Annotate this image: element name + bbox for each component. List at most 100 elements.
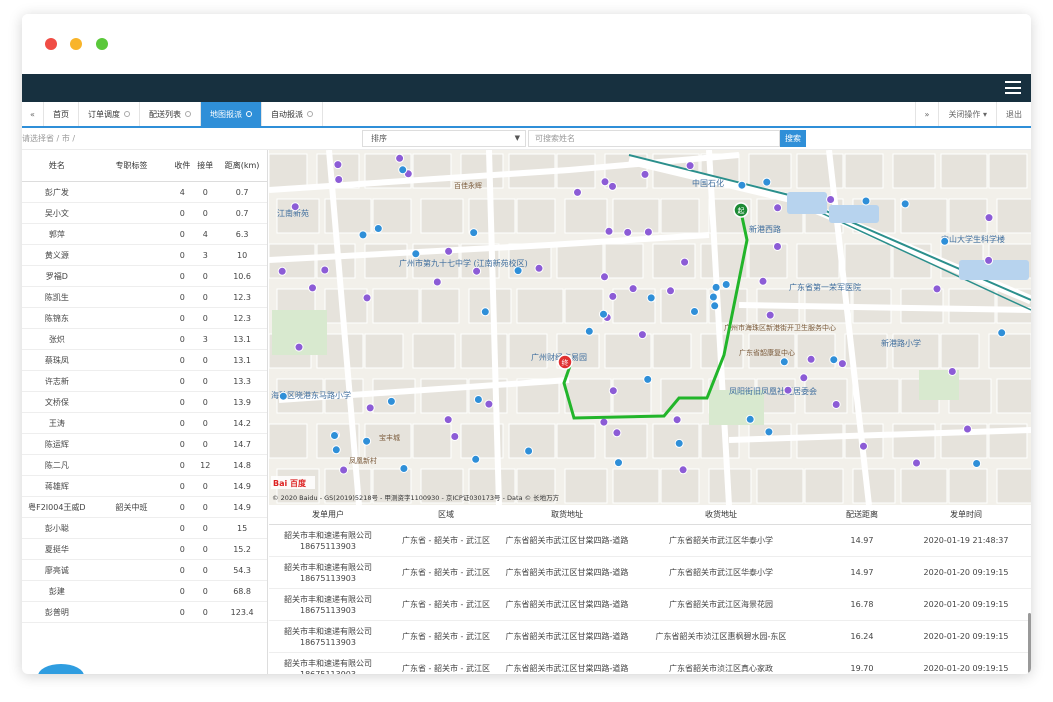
poi-marker-icon[interactable]	[614, 458, 623, 468]
poi-marker-icon[interactable]	[940, 236, 950, 246]
poi-marker-icon[interactable]	[612, 428, 622, 438]
poi-marker-icon[interactable]	[799, 373, 809, 383]
poi-marker-icon[interactable]	[779, 357, 789, 367]
poi-marker-icon[interactable]	[330, 431, 339, 440]
poi-marker-icon[interactable]	[373, 224, 383, 233]
poi-marker-icon[interactable]	[513, 266, 523, 276]
tab-close-icon[interactable]	[307, 111, 313, 117]
end-marker[interactable]: 终	[557, 354, 573, 370]
poi-marker-icon[interactable]	[773, 203, 783, 213]
tab-next-icon[interactable]: »	[914, 102, 939, 126]
poi-marker-icon[interactable]	[450, 432, 460, 441]
name-search-input[interactable]: 可搜索姓名	[528, 130, 780, 147]
poi-marker-icon[interactable]	[711, 282, 721, 292]
order-row[interactable]: 韶关市丰和速递有限公司 18675113903 广东省 - 韶关市 - 武江区 广东省…	[269, 621, 1031, 653]
courier-row[interactable]: 廖亮诚 0 0 54.3	[22, 560, 267, 581]
poi-marker-icon[interactable]	[411, 249, 421, 259]
poi-marker-icon[interactable]	[584, 326, 594, 336]
poi-marker-icon[interactable]	[900, 199, 910, 209]
poi-marker-icon[interactable]	[334, 175, 344, 184]
order-table-scrollbar[interactable]	[1028, 613, 1031, 673]
poi-marker-icon[interactable]	[963, 424, 972, 434]
poi-marker-icon[interactable]	[678, 465, 688, 475]
poi-marker-icon[interactable]	[290, 202, 300, 212]
courier-row[interactable]: 罗福D 0 0 10.6	[22, 266, 267, 287]
order-row[interactable]: 韶关市丰和速递有限公司 18675113903 广东省 - 韶关市 - 武江区 广东省…	[269, 557, 1031, 589]
poi-marker-icon[interactable]	[395, 153, 405, 163]
poi-marker-icon[interactable]	[861, 196, 871, 206]
poi-marker-icon[interactable]	[399, 464, 409, 473]
courier-row[interactable]: 张炽 0 3 13.1	[22, 329, 267, 350]
poi-marker-icon[interactable]	[471, 454, 481, 464]
map-view[interactable]: 广州市第九十七中学 (江南新苑校区) 广州财经交易园 江南新苑 中国石化 广东省…	[269, 150, 1031, 505]
poi-marker-icon[interactable]	[484, 399, 494, 409]
poi-marker-icon[interactable]	[320, 265, 330, 275]
poi-marker-icon[interactable]	[473, 395, 483, 404]
poi-marker-icon[interactable]	[608, 386, 618, 396]
poi-marker-icon[interactable]	[600, 272, 609, 282]
poi-marker-icon[interactable]	[972, 459, 982, 468]
poi-marker-icon[interactable]	[386, 396, 396, 406]
poi-marker-icon[interactable]	[398, 165, 408, 175]
courier-row[interactable]: 夏挺华 0 0 15.2	[22, 539, 267, 560]
poi-marker-icon[interactable]	[432, 277, 442, 287]
poi-marker-icon[interactable]	[837, 359, 847, 369]
poi-marker-icon[interactable]	[599, 309, 608, 319]
poi-marker-icon[interactable]	[764, 427, 774, 437]
poi-marker-icon[interactable]	[294, 342, 304, 352]
poi-marker-icon[interactable]	[646, 293, 656, 303]
tab-delivery-list[interactable]: 配送列表	[140, 102, 201, 126]
poi-marker-icon[interactable]	[708, 292, 718, 302]
poi-marker-icon[interactable]	[362, 436, 372, 446]
poi-marker-icon[interactable]	[685, 161, 695, 171]
tab-auto-dispatch[interactable]: 自动报派	[262, 102, 323, 126]
maximize-window-icon[interactable]	[96, 38, 108, 50]
poi-marker-icon[interactable]	[765, 310, 775, 320]
courier-row[interactable]: 彭广发 4 0 0.7	[22, 182, 267, 203]
poi-marker-icon[interactable]	[829, 355, 839, 365]
poi-marker-icon[interactable]	[947, 367, 957, 376]
poi-marker-icon[interactable]	[666, 286, 675, 296]
sort-select[interactable]: 排序 ▼	[362, 130, 526, 147]
courier-row[interactable]: 彭普明 0 0 123.4	[22, 602, 267, 623]
poi-marker-icon[interactable]	[997, 328, 1007, 338]
map-canvas[interactable]: 广州市第九十七中学 (江南新苑校区) 广州财经交易园 江南新苑 中国石化 广东省…	[269, 150, 1031, 505]
poi-marker-icon[interactable]	[984, 213, 994, 223]
poi-marker-icon[interactable]	[912, 458, 921, 468]
poi-marker-icon[interactable]	[758, 276, 768, 286]
tab-close-icon[interactable]	[124, 111, 130, 117]
order-row[interactable]: 韶关市丰和速递有限公司 18675113903 广东省 - 韶关市 - 武江区 广东省…	[269, 589, 1031, 621]
poi-marker-icon[interactable]	[534, 263, 544, 273]
poi-marker-icon[interactable]	[362, 293, 372, 303]
poi-marker-icon[interactable]	[773, 242, 782, 251]
poi-marker-icon[interactable]	[331, 445, 341, 455]
poi-marker-icon[interactable]	[737, 180, 747, 190]
poi-marker-icon[interactable]	[637, 330, 647, 340]
poi-marker-icon[interactable]	[472, 266, 482, 276]
search-button[interactable]: 搜索	[780, 130, 806, 147]
poi-marker-icon[interactable]	[277, 266, 287, 276]
poi-marker-icon[interactable]	[643, 227, 653, 237]
region-cascader[interactable]: 请选择省 / 市 / 区	[22, 131, 78, 147]
poi-marker-icon[interactable]	[932, 284, 942, 294]
tab-home[interactable]: 首页	[44, 102, 79, 126]
poi-marker-icon[interactable]	[745, 414, 755, 424]
order-row[interactable]: 韶关市丰和速递有限公司 18675113903 广东省 - 韶关市 - 武江区 广东省…	[269, 525, 1031, 557]
poi-marker-icon[interactable]	[339, 465, 349, 475]
poi-marker-icon[interactable]	[783, 385, 793, 395]
poi-marker-icon[interactable]	[859, 441, 868, 451]
poi-marker-icon[interactable]	[640, 169, 650, 179]
tab-prev-icon[interactable]: «	[22, 102, 44, 126]
courier-row[interactable]: 粤F2I004王威D 韶关中班 0 0 14.9	[22, 497, 267, 518]
poi-marker-icon[interactable]	[762, 177, 772, 187]
poi-marker-icon[interactable]	[710, 301, 720, 311]
courier-row[interactable]: 陈锦东 0 0 12.3	[22, 308, 267, 329]
poi-marker-icon[interactable]	[806, 354, 816, 364]
courier-row[interactable]: 陈运辉 0 0 14.7	[22, 434, 267, 455]
poi-marker-icon[interactable]	[623, 227, 633, 237]
close-window-icon[interactable]	[45, 38, 57, 50]
courier-row[interactable]: 文桥保 0 0 13.9	[22, 392, 267, 413]
close-operations-dropdown[interactable]: 关闭操作 ▾	[938, 102, 996, 126]
poi-marker-icon[interactable]	[600, 177, 610, 187]
poi-marker-icon[interactable]	[358, 230, 368, 240]
